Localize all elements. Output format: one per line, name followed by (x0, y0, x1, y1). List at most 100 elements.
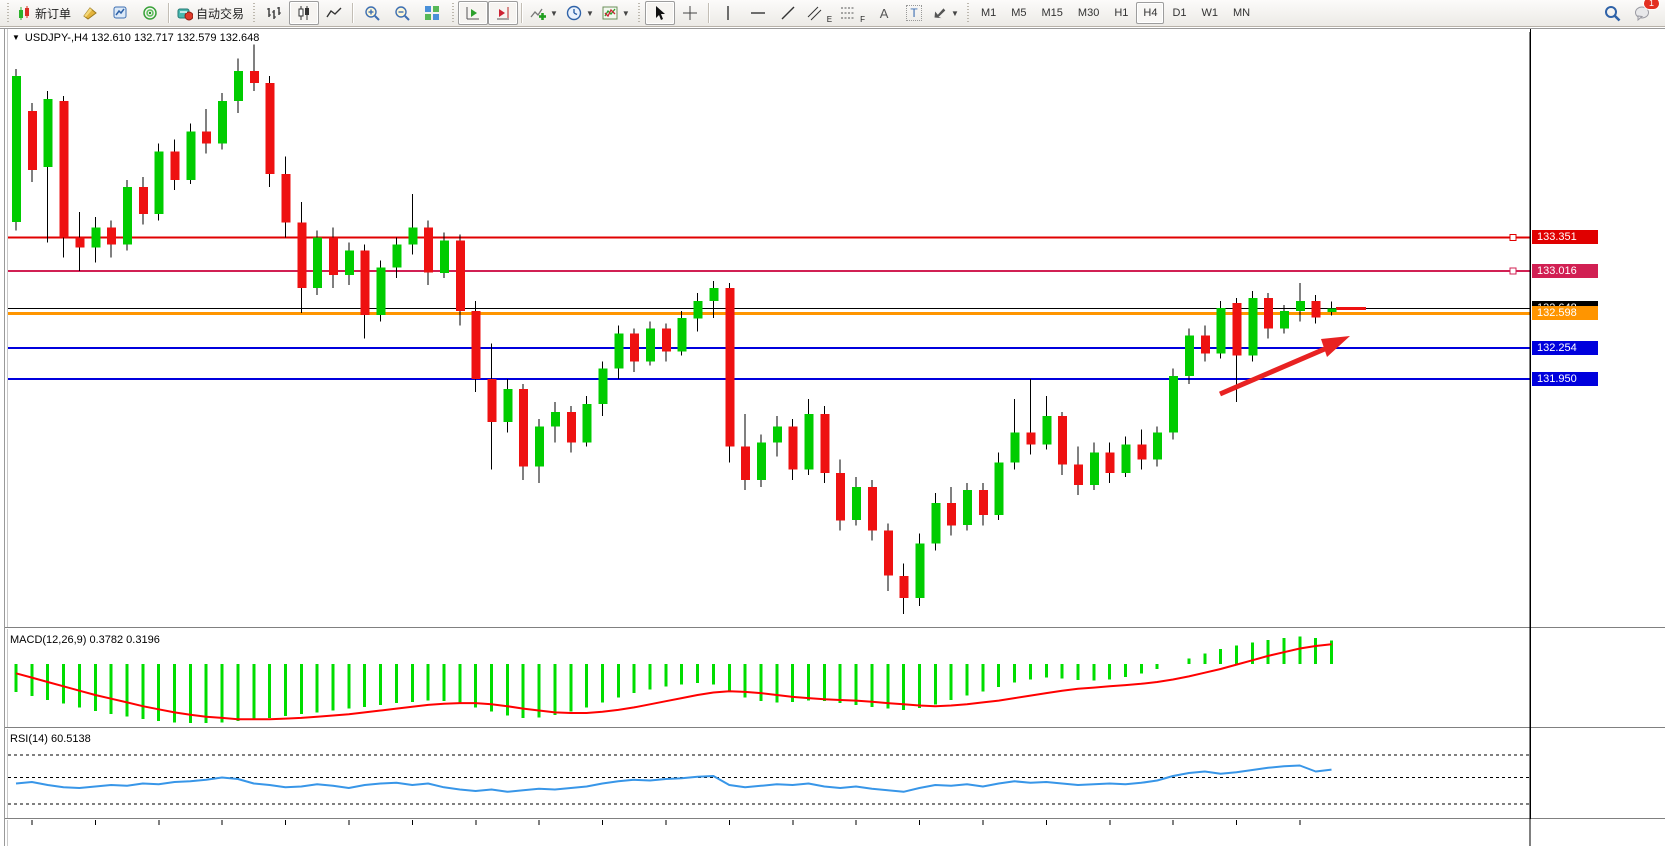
fibonacci-button[interactable]: F (836, 1, 869, 25)
candle (91, 227, 100, 247)
timeframe-button-d1[interactable]: D1 (1165, 2, 1193, 24)
candle (1153, 432, 1162, 459)
line-handle[interactable] (1510, 234, 1516, 240)
zoom-in-icon (364, 5, 380, 21)
toolbar-grip[interactable] (966, 3, 971, 23)
dropdown-arrow-icon: ▼ (550, 9, 558, 18)
chart-shift-icon (495, 5, 511, 21)
chart-window-icon (112, 5, 128, 21)
timeframe-button-m5[interactable]: M5 (1004, 2, 1033, 24)
toolbar-grip[interactable] (637, 3, 642, 23)
dropdown-arrow-icon: ▼ (622, 9, 630, 18)
timeframe-button-m1[interactable]: M1 (974, 2, 1003, 24)
candle (44, 99, 53, 167)
text-button[interactable]: A (869, 1, 899, 25)
auto-trading-label: 自动交易 (196, 5, 244, 22)
candle (646, 328, 655, 361)
candle (75, 237, 84, 247)
auto-scroll-icon (465, 5, 481, 21)
timeframe-button-m30[interactable]: M30 (1071, 2, 1106, 24)
candle (1122, 445, 1131, 473)
text-label-icon: T (906, 5, 921, 21)
chart-shift-button[interactable] (488, 1, 518, 25)
broadcast-button[interactable] (135, 1, 165, 25)
candle (218, 101, 227, 143)
auto-trading-button[interactable]: 自动交易 (173, 1, 248, 25)
candle (139, 187, 148, 214)
chart-background (0, 27, 1665, 846)
timeframe-button-w1[interactable]: W1 (1195, 2, 1226, 24)
text-label-button[interactable]: T (899, 1, 929, 25)
separator (168, 3, 170, 23)
arrows-button[interactable]: ▼ (929, 1, 963, 25)
new-order-button[interactable]: 新订单 (13, 1, 75, 25)
crosshair-button[interactable] (675, 1, 705, 25)
candle (852, 487, 861, 520)
toolbar-grip[interactable] (5, 3, 10, 23)
candle (1328, 308, 1337, 312)
candle (836, 473, 845, 521)
equidistant-channel-button[interactable]: E (803, 1, 836, 25)
zoom-in-button[interactable] (357, 1, 387, 25)
channel-letter: E (827, 15, 832, 24)
fibo-letter: F (860, 15, 865, 24)
candle (329, 237, 338, 274)
horn-button[interactable] (75, 1, 105, 25)
toolbar: 新订单 自动交易 (0, 0, 1665, 27)
horizontal-line-button[interactable] (743, 1, 773, 25)
candle (440, 241, 449, 273)
zoom-out-button[interactable] (387, 1, 417, 25)
candle (931, 503, 940, 543)
indicators-button[interactable]: ▼ (526, 1, 562, 25)
candle (123, 187, 132, 245)
timeframe-button-h4[interactable]: H4 (1136, 2, 1164, 24)
candle (1106, 453, 1115, 473)
trendline-icon (780, 5, 796, 21)
templates-button[interactable]: ▼ (598, 1, 634, 25)
timeframe-button-m15[interactable]: M15 (1035, 2, 1070, 24)
cursor-button[interactable] (645, 1, 675, 25)
timeframe-button-mn[interactable]: MN (1226, 2, 1257, 24)
candle (1058, 416, 1067, 465)
candle (567, 412, 576, 442)
tile-windows-button[interactable] (417, 1, 447, 25)
crosshair-icon (682, 5, 698, 21)
periods-button[interactable]: ▼ (562, 1, 598, 25)
search-button[interactable] (1597, 1, 1627, 25)
vertical-line-button[interactable] (713, 1, 743, 25)
candle (1026, 432, 1035, 444)
candle (408, 227, 417, 244)
candle (900, 576, 909, 598)
timeframe-button-h1[interactable]: H1 (1107, 2, 1135, 24)
trendline-button[interactable] (773, 1, 803, 25)
candle (709, 288, 718, 301)
notification-badge: 1 (1643, 0, 1660, 10)
candle (297, 222, 306, 288)
toolbar-grip[interactable] (251, 3, 256, 23)
chart-title: ▼USDJPY-,H4 132.610 132.717 132.579 132.… (12, 32, 259, 44)
bar-chart-button[interactable] (259, 1, 289, 25)
candle (1264, 298, 1273, 328)
price-tag: 131.950 (1532, 372, 1598, 386)
candle (963, 490, 972, 525)
candlestick-chart-button[interactable] (289, 1, 319, 25)
candle (1280, 311, 1289, 328)
toolbar-grip[interactable] (450, 3, 455, 23)
macd-label: MACD(12,26,9) 0.3782 0.3196 (10, 634, 160, 646)
auto-scroll-button[interactable] (458, 1, 488, 25)
market-watch-button[interactable] (105, 1, 135, 25)
collapse-triangle-icon[interactable]: ▼ (12, 33, 20, 42)
template-icon (602, 5, 618, 21)
notifications-button[interactable]: 1 (1627, 1, 1657, 25)
price-chart-canvas[interactable] (0, 0, 1665, 846)
candle (1169, 376, 1178, 433)
candle (741, 447, 750, 480)
candle (1232, 303, 1241, 356)
candle (392, 245, 401, 268)
price-tag: 133.351 (1532, 230, 1598, 244)
line-chart-button[interactable] (319, 1, 349, 25)
candle (1217, 308, 1226, 354)
channel-icon (807, 5, 824, 21)
line-handle[interactable] (1510, 268, 1516, 274)
candle (630, 333, 639, 361)
